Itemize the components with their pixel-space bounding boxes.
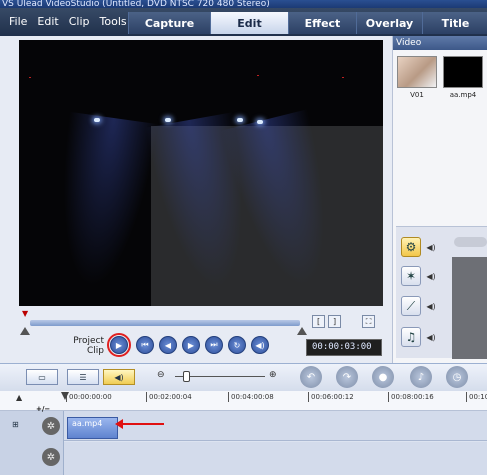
library-label-v01: V01	[410, 91, 424, 99]
zoom-knob[interactable]	[183, 371, 190, 382]
library-label-aa: aa.mp4	[449, 91, 477, 99]
ruler-tick: 00:06:00:12	[308, 392, 354, 402]
trim-end-handle[interactable]	[297, 327, 307, 335]
menu-edit[interactable]: Edit	[32, 8, 63, 36]
library-options-panel: ⚙ ◀) ✶ ◀) ⟋ ◀) ♫ ◀)	[396, 226, 487, 359]
timeline-clip[interactable]: aa.mp4	[67, 417, 118, 439]
track-settings-icon[interactable]: ⊞	[12, 420, 19, 429]
zoom-out-icon[interactable]: ⊖	[157, 370, 165, 380]
volume-icon[interactable]: ◀)	[425, 327, 437, 347]
ruler-tick: 00:04:00:08	[228, 392, 274, 402]
tab-capture[interactable]: Capture	[128, 12, 210, 34]
mark-in-icon[interactable]: ▼	[22, 309, 31, 318]
chapter-icon[interactable]: ◷	[446, 366, 468, 388]
menu-clip[interactable]: Clip	[64, 8, 95, 36]
zoom-slider[interactable]: ⊖ ⊕	[157, 370, 282, 384]
stage-light	[94, 118, 100, 122]
play-icon[interactable]: ▶	[110, 336, 128, 354]
video-track[interactable]	[64, 411, 487, 441]
home-icon[interactable]: ⏮	[136, 336, 154, 354]
prev-icon[interactable]: ◀	[159, 336, 177, 354]
menu-bar: File Edit Clip Tools Capture Edit Effect…	[0, 8, 487, 36]
red-dot	[257, 75, 259, 76]
record-icon[interactable]: ●	[372, 366, 394, 388]
tab-edit[interactable]: Edit	[210, 12, 288, 34]
track-toggle[interactable]: +/−	[36, 405, 50, 413]
music-category-icon[interactable]: ♫	[401, 327, 421, 347]
videostudio-window: VS Ulead VideoStudio (Untitled, DVD NTSC…	[0, 0, 487, 475]
menu-tools[interactable]: Tools	[95, 8, 132, 36]
tab-title[interactable]: Title	[422, 12, 487, 34]
ruler-tick: 00:08:00:16	[388, 392, 434, 402]
mark-in-button[interactable]: [	[312, 315, 325, 328]
end-icon[interactable]: ⏭	[205, 336, 223, 354]
fullscreen-icon[interactable]: ⛶	[362, 315, 375, 328]
stage-light	[257, 120, 263, 124]
red-dot	[29, 77, 31, 78]
volume-icon[interactable]: ◀)	[425, 266, 437, 286]
library-header: Video	[393, 36, 487, 50]
timeline-view-button[interactable]: ☰	[67, 369, 99, 385]
next-icon[interactable]: ▶	[182, 336, 200, 354]
transition-category-icon[interactable]: ⟋	[401, 296, 421, 316]
timecode-display[interactable]: 00:00:03:00	[306, 339, 382, 356]
ruler-tick: 00:10	[466, 392, 487, 402]
trim-start-handle[interactable]	[20, 327, 30, 335]
menu-file[interactable]: File	[4, 8, 32, 36]
redo-icon[interactable]: ↷	[336, 366, 358, 388]
scroll-up-icon[interactable]: ▲	[16, 393, 26, 403]
library-thumb-aa[interactable]	[443, 56, 483, 88]
effects-category-icon[interactable]: ✶	[401, 266, 421, 286]
tab-overlay[interactable]: Overlay	[356, 12, 422, 34]
ruler-tick: 00:00:00:00	[66, 392, 112, 402]
video-track-icon: ✲	[42, 417, 60, 435]
overlay-track[interactable]	[64, 442, 487, 475]
volume-icon[interactable]: ◀)	[425, 237, 437, 257]
clip-label: aa.mp4	[72, 419, 103, 428]
title-bar: VS Ulead VideoStudio (Untitled, DVD NTSC…	[0, 0, 487, 8]
stage-light-beam	[45, 111, 159, 293]
project-label[interactable]: Project	[66, 336, 104, 346]
volume-icon[interactable]: ◀)	[425, 296, 437, 316]
tab-effect[interactable]: Effect	[288, 12, 356, 34]
preview-window[interactable]	[19, 40, 383, 306]
volume-slider[interactable]	[454, 237, 487, 247]
ruler-tick: 00:02:00:04	[146, 392, 192, 402]
audio-view-button[interactable]: ◀)	[103, 369, 135, 385]
audio-mixer-icon[interactable]: ♪	[410, 366, 432, 388]
playhead-marker[interactable]	[61, 392, 69, 400]
repeat-icon[interactable]: ↻	[228, 336, 246, 354]
volume-icon[interactable]: ◀)	[251, 336, 269, 354]
undo-icon[interactable]: ↶	[300, 366, 322, 388]
step-tabs: Capture Edit Effect Overlay Title	[128, 12, 487, 34]
stage-light	[165, 118, 171, 122]
stage-light	[237, 118, 243, 122]
zoom-in-icon[interactable]: ⊕	[269, 370, 277, 380]
overlay-track-icon: ✲	[42, 448, 60, 466]
library-thumb-v01[interactable]	[397, 56, 437, 88]
scrub-bar[interactable]	[30, 320, 300, 326]
main-menu: File Edit Clip Tools	[4, 8, 132, 36]
video-category-icon[interactable]: ⚙	[401, 237, 421, 257]
level-meter	[452, 257, 487, 359]
storyboard-view-button[interactable]: ▭	[26, 369, 58, 385]
red-dot	[342, 77, 344, 78]
annotation-arrow	[120, 423, 164, 425]
mark-out-button[interactable]: ]	[328, 315, 341, 328]
clip-label[interactable]: Clip	[66, 346, 104, 356]
